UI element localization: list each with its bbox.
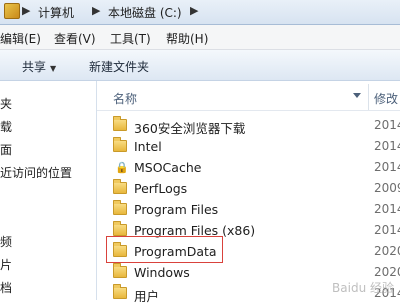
- nav-item[interactable]: 面: [0, 141, 12, 158]
- chevron-down-icon: ▼: [50, 64, 57, 73]
- file-date: 2014: [374, 139, 400, 153]
- folder-icon: [113, 137, 127, 152]
- file-name: Intel: [134, 139, 162, 154]
- share-button[interactable]: 共享 ▼: [22, 58, 56, 75]
- menu-view[interactable]: 查看(V): [54, 30, 96, 47]
- breadcrumb-separator-icon[interactable]: ▶: [92, 4, 100, 17]
- file-date: 2020: [374, 244, 400, 258]
- file-name: MSOCache: [134, 160, 202, 175]
- breadcrumb[interactable]: ▶ 计算机 ▶ 本地磁盘 (C:) ▶: [0, 0, 400, 24]
- column-header: 名称 修改: [97, 84, 400, 111]
- lock-icon: 🔒: [115, 161, 129, 174]
- new-folder-button[interactable]: 新建文件夹: [89, 58, 149, 75]
- folder-icon: [113, 116, 127, 131]
- nav-item[interactable]: 夹: [0, 95, 12, 112]
- breadcrumb-separator-icon[interactable]: ▶: [22, 4, 30, 17]
- folder-icon: [113, 284, 127, 299]
- breadcrumb-computer[interactable]: 计算机: [38, 4, 74, 21]
- file-date: 2014: [374, 202, 400, 216]
- nav-item[interactable]: 片: [0, 256, 12, 273]
- file-list: 名称 修改 360安全浏览器下载 2014 Intel 2014 🔒 MSOCa…: [97, 81, 400, 304]
- folder-icon: [113, 263, 127, 278]
- list-item[interactable]: 🔒 MSOCache 2014: [97, 158, 400, 178]
- list-item[interactable]: PerfLogs 2009: [97, 179, 400, 199]
- column-modified-header[interactable]: 修改: [374, 90, 398, 107]
- address-bar: ▶ 计算机 ▶ 本地磁盘 (C:) ▶: [0, 0, 400, 25]
- file-date: 2014: [374, 160, 400, 174]
- sort-caret-icon[interactable]: [353, 93, 361, 98]
- folder-icon: [113, 221, 127, 236]
- folder-icon: [113, 200, 127, 215]
- file-date: 2014: [374, 118, 400, 132]
- menu-bar: 编辑(E) 查看(V) 工具(T) 帮助(H): [0, 25, 400, 50]
- nav-item[interactable]: 载: [0, 118, 12, 135]
- file-name: 用户: [134, 289, 160, 304]
- file-date: 2014: [374, 223, 400, 237]
- column-name-header[interactable]: 名称: [113, 90, 137, 107]
- share-label: 共享: [22, 60, 47, 74]
- nav-item[interactable]: 档: [0, 279, 12, 296]
- menu-tools[interactable]: 工具(T): [110, 30, 151, 47]
- list-item[interactable]: Program Files 2014: [97, 200, 400, 220]
- file-name: PerfLogs: [134, 181, 188, 196]
- watermark: Baidu 经验: [332, 281, 394, 295]
- file-name: Program Files: [134, 202, 219, 217]
- breadcrumb-local-disk[interactable]: 本地磁盘 (C:): [108, 4, 182, 21]
- file-date: 2020: [374, 265, 400, 279]
- list-item[interactable]: Intel 2014: [97, 137, 400, 157]
- list-item[interactable]: 360安全浏览器下载 2014: [97, 116, 400, 136]
- file-name: 360安全浏览器下载: [134, 121, 246, 136]
- highlight-box: [106, 236, 223, 263]
- command-toolbar: 共享 ▼ 新建文件夹: [0, 50, 400, 81]
- file-name: Windows: [134, 265, 190, 280]
- file-date: 2009: [374, 181, 400, 195]
- menu-edit[interactable]: 编辑(E): [0, 30, 41, 47]
- nav-item[interactable]: 频: [0, 233, 12, 250]
- breadcrumb-separator-icon[interactable]: ▶: [190, 4, 198, 17]
- column-divider[interactable]: [368, 84, 369, 110]
- navigation-pane: 夹 载 面 近访问的位置 频 片 档: [0, 81, 97, 300]
- menu-help[interactable]: 帮助(H): [166, 30, 208, 47]
- nav-item-recent-places[interactable]: 近访问的位置: [0, 164, 72, 181]
- folder-icon: [113, 179, 127, 194]
